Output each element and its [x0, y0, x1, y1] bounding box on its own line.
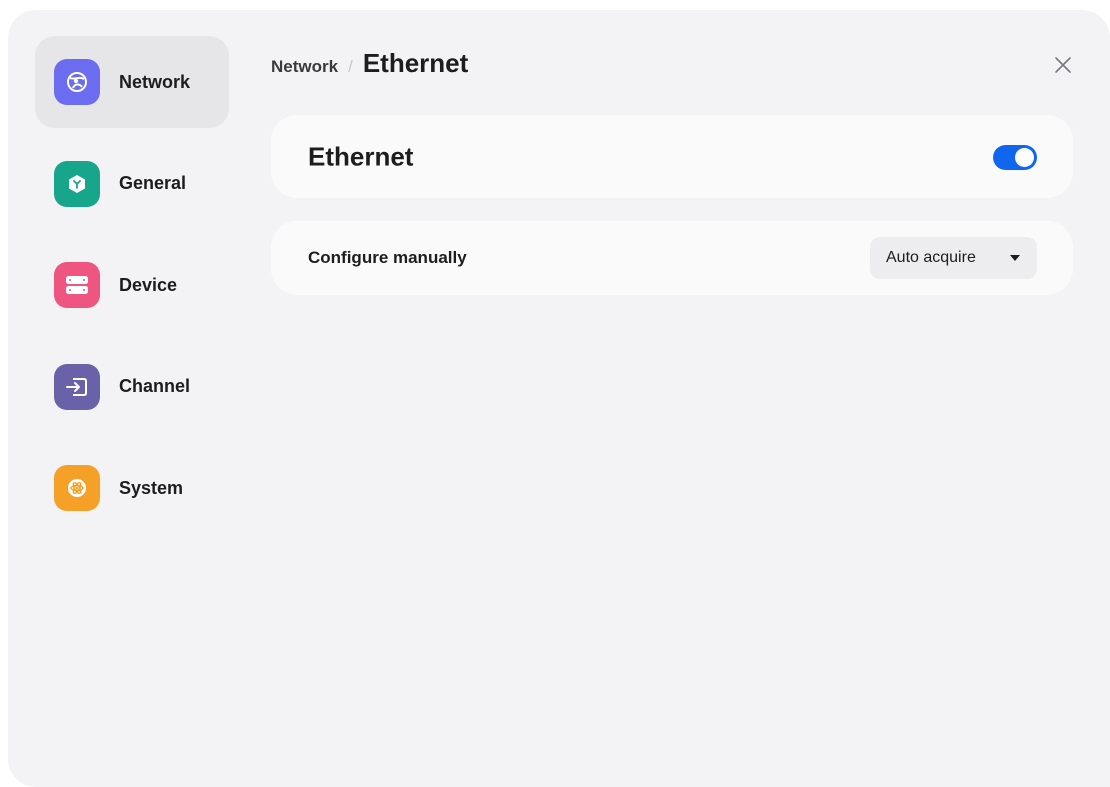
sidebar-item-label: Network — [119, 71, 191, 92]
sidebar-item-label: Device — [119, 274, 178, 295]
sidebar-item-system[interactable]: System — [35, 442, 229, 534]
server-icon — [54, 262, 100, 308]
sidebar-item-label: System — [119, 477, 184, 498]
page-title: Ethernet — [362, 48, 469, 78]
breadcrumb-separator: / — [348, 57, 353, 76]
breadcrumb: Network / Ethernet — [271, 48, 468, 79]
atom-icon — [54, 465, 100, 511]
close-icon — [1055, 57, 1071, 73]
configure-label: Configure manually — [308, 248, 467, 267]
breadcrumb-parent[interactable]: Network — [271, 57, 338, 77]
toggle-knob — [1015, 148, 1034, 167]
ip-mode-value: Auto acquire — [886, 249, 976, 266]
sidebar-item-network[interactable]: Network — [35, 36, 229, 128]
ethernet-title: Ethernet — [308, 141, 414, 171]
sidebar-item-label: Channel — [119, 376, 191, 396]
close-button[interactable] — [1051, 53, 1075, 77]
settings-panel: Network General Device Channel System Ne… — [8, 10, 1110, 787]
configure-card: Configure manually Auto acquire — [271, 221, 1073, 295]
sidebar-item-channel[interactable]: Channel — [35, 341, 229, 433]
cube-icon — [54, 160, 100, 207]
sidebar-item-device[interactable]: Device — [35, 239, 229, 331]
input-icon — [54, 363, 100, 410]
ethernet-card: Ethernet — [271, 115, 1073, 198]
sidebar-item-label: General — [119, 173, 187, 193]
ethernet-toggle[interactable] — [993, 145, 1037, 170]
caret-down-icon — [1010, 255, 1020, 261]
sidebar: Network General Device Channel System — [35, 36, 229, 544]
sidebar-item-general[interactable]: General — [35, 138, 229, 230]
ip-mode-select[interactable]: Auto acquire — [870, 237, 1037, 279]
globe-icon — [54, 59, 100, 105]
